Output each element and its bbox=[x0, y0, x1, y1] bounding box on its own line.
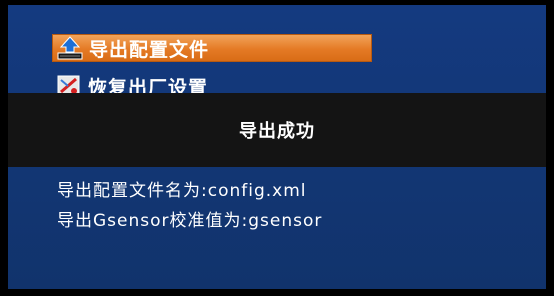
settings-panel: 导出配置文件 恢复出厂设置 导出成功 导出配置文件名为:config.xml 导… bbox=[8, 5, 546, 289]
export-icon bbox=[57, 36, 83, 60]
gsensor-calibration-text: 导出Gsensor校准值为:gsensor bbox=[57, 211, 323, 231]
dialog-message: 导出成功 bbox=[239, 121, 315, 142]
screen: 导出配置文件 恢复出厂设置 导出成功 导出配置文件名为:config.xml 导… bbox=[0, 0, 554, 296]
menu-item-label: 导出配置文件 bbox=[89, 38, 210, 61]
menu-item-export-config[interactable]: 导出配置文件 bbox=[52, 34, 372, 62]
success-dialog: 导出成功 bbox=[8, 93, 546, 167]
config-filename-text: 导出配置文件名为:config.xml bbox=[57, 181, 307, 201]
